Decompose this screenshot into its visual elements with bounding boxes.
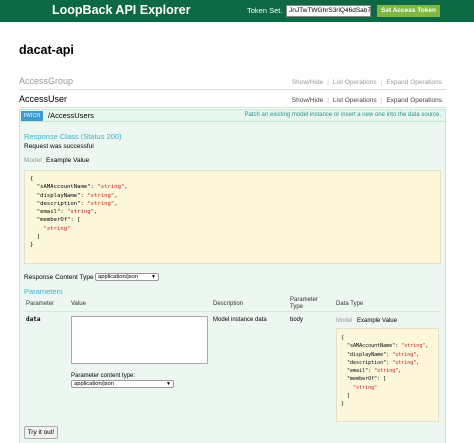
- model-tab[interactable]: Model: [24, 157, 42, 164]
- param-content-type-select[interactable]: application/json ▼: [71, 380, 174, 388]
- col-header-value: Value: [71, 301, 86, 307]
- operation-heading[interactable]: PATCH /AccessUsers Patch an existing mod…: [19, 109, 446, 122]
- operation-summary[interactable]: Patch an existing model instance or inse…: [245, 112, 441, 118]
- param-name: data: [26, 316, 41, 323]
- set-access-token-button[interactable]: Set Access Token: [377, 5, 440, 17]
- token-label: Token Set.: [247, 6, 283, 15]
- response-description: Request was successful: [24, 143, 94, 150]
- col-header-description: Description: [213, 301, 244, 307]
- operation-path[interactable]: /AccessUsers: [48, 111, 94, 120]
- expand-operations-link[interactable]: Expand Operations: [386, 97, 442, 104]
- dropdown-arrow-icon: ▼: [151, 274, 156, 280]
- resource-accessuser: AccessUser Show/Hide | List Operations | Exp…: [19, 94, 446, 108]
- resource-name[interactable]: AccessUser: [19, 94, 67, 104]
- api-title: dacat-api: [19, 43, 74, 57]
- resource-name[interactable]: AccessGroup: [19, 76, 73, 86]
- param-data-textarea[interactable]: [71, 316, 208, 364]
- param-example-value-tab[interactable]: Example Value: [357, 318, 397, 324]
- table-divider: [23, 311, 440, 312]
- param-model-tab[interactable]: Model: [336, 318, 352, 324]
- param-description: Model instance data: [213, 317, 267, 323]
- try-it-out-button[interactable]: Try it out!: [24, 426, 58, 439]
- app-title[interactable]: LoopBack API Explorer: [52, 3, 190, 17]
- dropdown-arrow-icon: ▼: [166, 381, 171, 387]
- header-bar: LoopBack API Explorer Token Set. JnJTwTW…: [0, 0, 474, 22]
- access-token-input[interactable]: JnJTwTWGhrS3riQ46dSab7: [286, 5, 371, 17]
- response-example-json[interactable]: { "sAMAccountName": "string", "displayNa…: [24, 170, 441, 264]
- example-value-tab[interactable]: Example Value: [46, 157, 89, 164]
- param-type: body: [290, 317, 304, 323]
- response-class-title: Response Class (Status 200): [24, 132, 122, 141]
- col-header-data-type: Data Type: [336, 301, 364, 307]
- param-example-json[interactable]: { "sAMAccountName": "string", "displayNa…: [336, 328, 439, 422]
- response-content-type-label: Response Content Type: [24, 274, 94, 281]
- col-header-parameter: Parameter: [26, 301, 55, 307]
- parameters-title: Parameters: [24, 287, 63, 296]
- col-header-parameter-type: Parameter Type: [290, 297, 319, 310]
- list-operations-link[interactable]: List Operations: [333, 79, 377, 86]
- expand-operations-link[interactable]: Expand Operations: [386, 79, 442, 86]
- response-content-type-select[interactable]: application/json ▼: [95, 273, 159, 281]
- param-content-type-label: Parameter content type:: [71, 373, 136, 379]
- show-hide-link[interactable]: Show/Hide: [292, 97, 323, 104]
- list-operations-link[interactable]: List Operations: [333, 97, 377, 104]
- resource-accessgroup: AccessGroup Show/Hide | List Operations | Ex…: [19, 76, 446, 90]
- http-verb-badge[interactable]: PATCH: [21, 111, 43, 121]
- show-hide-link[interactable]: Show/Hide: [292, 79, 323, 86]
